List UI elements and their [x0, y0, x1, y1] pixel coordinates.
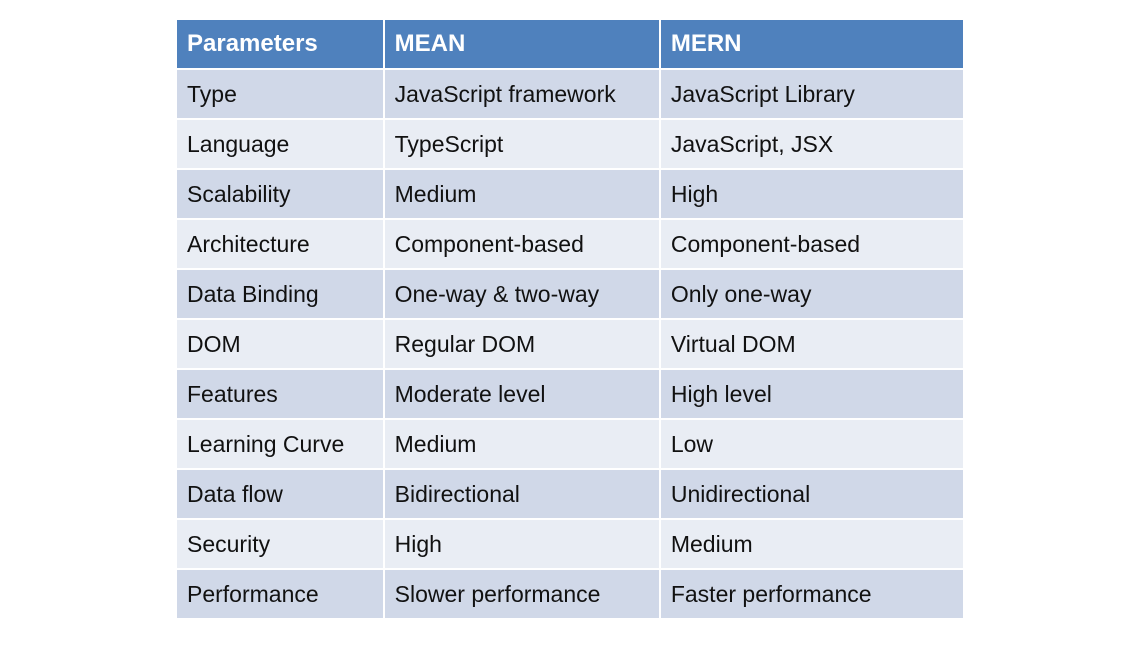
mean-cell: Bidirectional — [382, 468, 661, 520]
mean-cell: JavaScript framework — [382, 68, 661, 120]
parameter-cell: Features — [175, 368, 385, 420]
parameter-cell: Learning Curve — [175, 418, 385, 470]
mern-cell: Medium — [658, 518, 966, 570]
comparison-table: Parameters MEAN MERN Type JavaScript fram… — [175, 18, 966, 620]
header-mean: MEAN — [382, 18, 661, 70]
parameter-cell: Scalability — [175, 168, 385, 220]
table-row: Type JavaScript framework JavaScript Libra… — [175, 68, 966, 120]
table-row: Security High Medium — [175, 518, 966, 570]
parameter-cell: Security — [175, 518, 385, 570]
mean-cell: Medium — [382, 418, 661, 470]
parameter-cell: Language — [175, 118, 385, 170]
parameter-cell: Type — [175, 68, 385, 120]
mern-cell: Component-based — [658, 218, 966, 270]
table-row: Architecture Component-based Component-bas… — [175, 218, 966, 270]
mean-cell: TypeScript — [382, 118, 661, 170]
mean-cell: Regular DOM — [382, 318, 661, 370]
table-body: Type JavaScript framework JavaScript Libra… — [175, 68, 966, 620]
mean-cell: Medium — [382, 168, 661, 220]
table-row: Learning Curve Medium Low — [175, 418, 966, 470]
parameter-cell: DOM — [175, 318, 385, 370]
mean-cell: One-way & two-way — [382, 268, 661, 320]
parameter-cell: Architecture — [175, 218, 385, 270]
mern-cell: JavaScript, JSX — [658, 118, 966, 170]
mern-cell: Virtual DOM — [658, 318, 966, 370]
mern-cell: High level — [658, 368, 966, 420]
table-row: Data flow Bidirectional Unidirectional — [175, 468, 966, 520]
table-row: Scalability Medium High — [175, 168, 966, 220]
mern-cell: Only one-way — [658, 268, 966, 320]
mern-cell: High — [658, 168, 966, 220]
header-parameters: Parameters — [175, 18, 385, 70]
mean-cell: Slower performance — [382, 568, 661, 620]
table-row: DOM Regular DOM Virtual DOM — [175, 318, 966, 370]
mern-cell: Faster performance — [658, 568, 966, 620]
mern-cell: JavaScript Library — [658, 68, 966, 120]
mern-cell: Unidirectional — [658, 468, 966, 520]
header-mern: MERN — [658, 18, 966, 70]
mean-cell: High — [382, 518, 661, 570]
table-row: Language TypeScript JavaScript, JSX — [175, 118, 966, 170]
header-row: Parameters MEAN MERN — [175, 18, 966, 70]
table-row: Performance Slower performance Faster perf… — [175, 568, 966, 620]
parameter-cell: Performance — [175, 568, 385, 620]
table-row: Data Binding One-way & two-way Only one-wa… — [175, 268, 966, 320]
mean-cell: Moderate level — [382, 368, 661, 420]
mean-cell: Component-based — [382, 218, 661, 270]
table-row: Features Moderate level High level — [175, 368, 966, 420]
mern-cell: Low — [658, 418, 966, 470]
parameter-cell: Data Binding — [175, 268, 385, 320]
parameter-cell: Data flow — [175, 468, 385, 520]
